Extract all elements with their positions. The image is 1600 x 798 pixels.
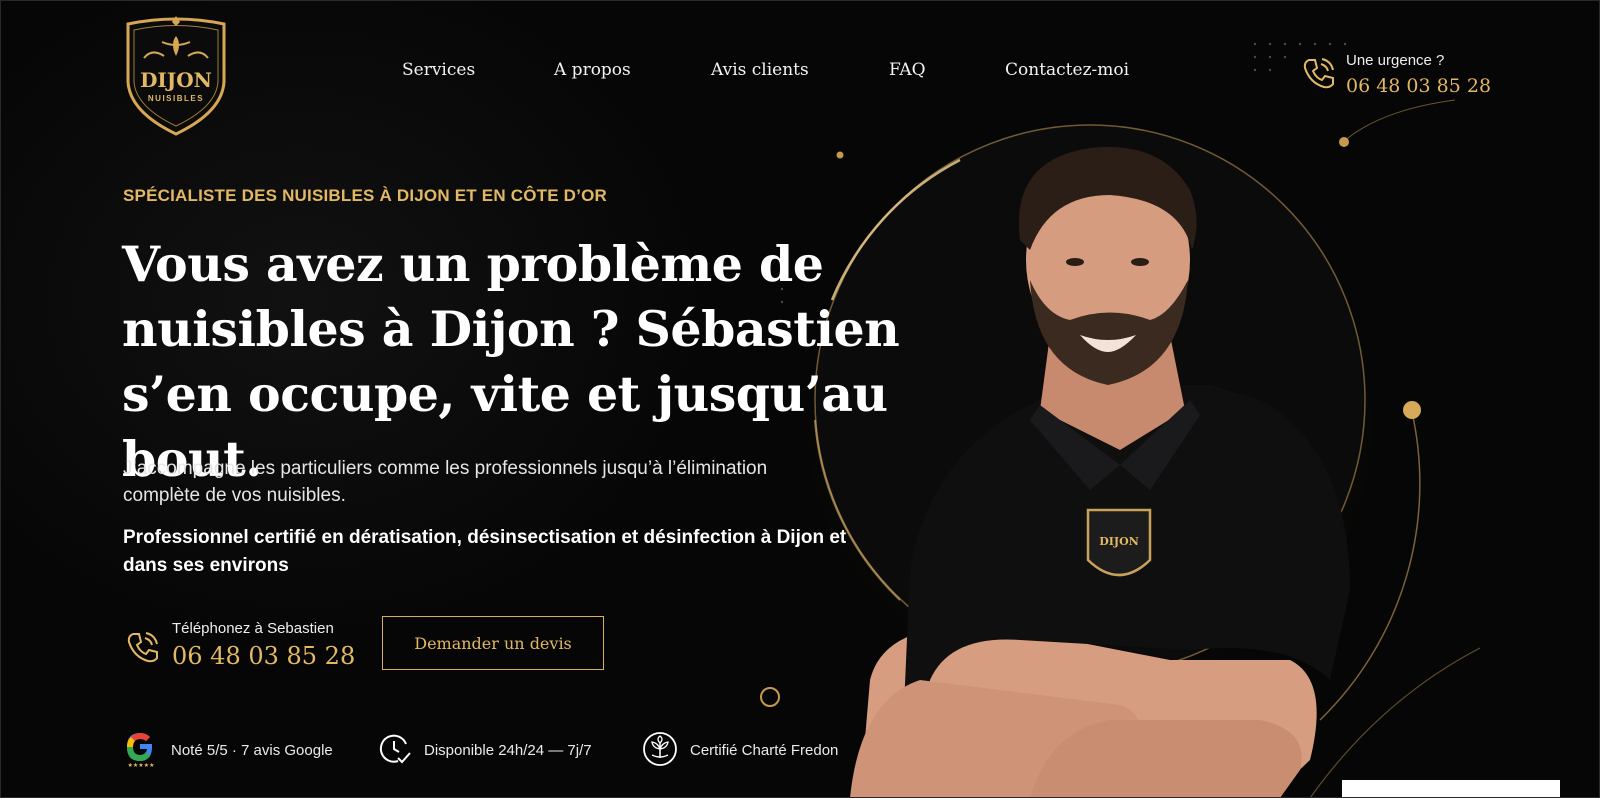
hero-kicker: SPÉCIALISTE DES NUISIBLES À DIJON ET EN … bbox=[123, 186, 607, 205]
phone-icon bbox=[127, 632, 158, 663]
request-quote-button[interactable]: Demander un devis bbox=[382, 616, 604, 670]
brand-tagline: NUISIBLES bbox=[147, 94, 205, 103]
brand-name: DIJON bbox=[140, 68, 212, 92]
leaf-certificate-icon bbox=[643, 732, 677, 766]
svg-text:★★★★★: ★★★★★ bbox=[128, 762, 155, 768]
call-label: Téléphonez à Sebastien bbox=[172, 620, 334, 637]
google-rating-text: Noté 5/5 · 7 avis Google bbox=[171, 742, 333, 759]
nav-services[interactable]: Services bbox=[402, 60, 475, 80]
certification-text: Certifié Charté Fredon bbox=[690, 742, 839, 759]
google-icon: ★★★★★ bbox=[127, 733, 155, 768]
hero-headline: Vous avez un problème de nuisibles à Dij… bbox=[122, 235, 900, 488]
hero-certification: Professionnel certifié en dératisation, … bbox=[123, 527, 847, 576]
nav-faq[interactable]: FAQ bbox=[889, 60, 926, 80]
clock-check-icon bbox=[379, 734, 411, 764]
urgent-label: Une urgence ? bbox=[1346, 52, 1445, 69]
svg-text:DIJON: DIJON bbox=[1099, 535, 1139, 548]
call-phone-number[interactable]: 06 48 03 85 28 bbox=[172, 642, 355, 670]
nav-avis-clients[interactable]: Avis clients bbox=[711, 60, 809, 80]
bottom-white-bar bbox=[1342, 780, 1560, 798]
availability-text: Disponible 24h/24 — 7j/7 bbox=[424, 742, 592, 759]
hero-lead: J’accompagne les particuliers comme les … bbox=[123, 458, 768, 506]
urgent-phone-number[interactable]: 06 48 03 85 28 bbox=[1346, 75, 1491, 97]
nav-a-propos[interactable]: A propos bbox=[554, 60, 631, 80]
nav-contactez-moi[interactable]: Contactez-moi bbox=[1005, 60, 1129, 80]
phone-icon bbox=[1303, 58, 1334, 89]
dijon-nuisibles-logo[interactable]: DIJON NUISIBLES bbox=[122, 12, 230, 138]
